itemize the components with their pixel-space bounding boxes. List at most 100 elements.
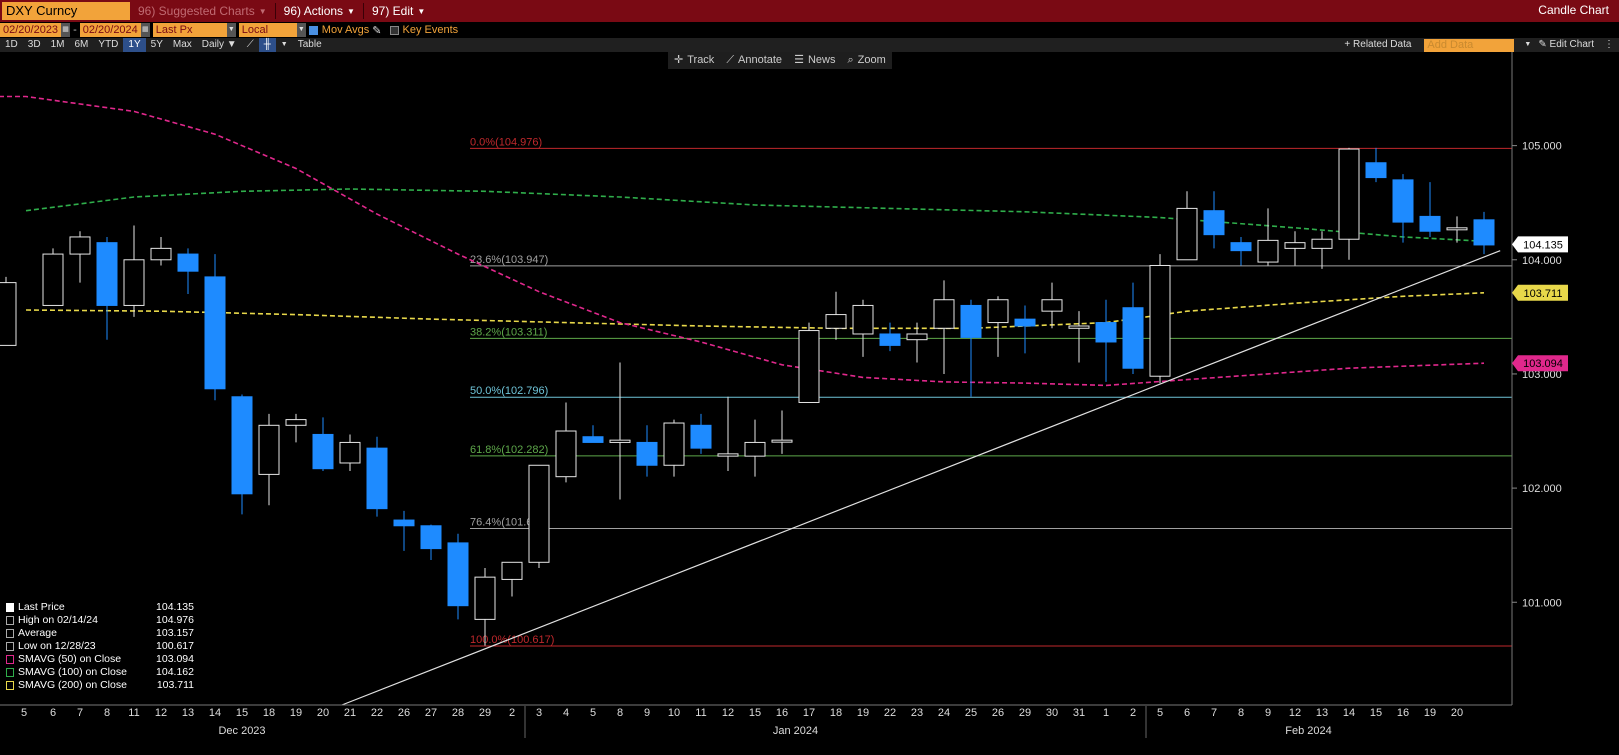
fib-label-0: 0.0%(104.976) [470,136,542,148]
candle-body-up-30 [825,314,847,329]
price-tag-label-0: 104.135 [1523,239,1563,251]
month-label-1: Jan 2024 [773,725,818,737]
x-tick-label-8: 15 [236,707,248,719]
candle-body-down-40 [1095,322,1117,343]
calendar-icon[interactable]: ▦ [140,23,150,37]
period-5y[interactable]: 5Y [146,38,168,52]
legend-row: SMAVG (200) on Close 103.711 [6,679,194,692]
candle-body-down-44 [1203,210,1225,236]
x-tick-label-42: 5 [1157,707,1163,719]
suggested-charts-menu[interactable]: 96) Suggested Charts ▼ [138,2,267,20]
crosshair-icon: ✛ [674,54,684,66]
x-tick-label-41: 2 [1130,707,1136,719]
more-options-icon[interactable]: ⋮ [1599,38,1619,52]
period-1y[interactable]: 1Y [123,38,146,52]
legend-swatch [6,603,14,612]
mov-avgs-checkbox[interactable] [308,25,318,35]
key-events-checkbox[interactable] [389,25,399,35]
candle-body-up-24 [663,422,685,466]
start-date-field[interactable]: 02/20/2023 [0,23,62,37]
legend-value: 104.135 [156,601,194,613]
candle-body-up-12 [339,441,361,464]
fib-label-4: 61.8%(102.282) [470,444,548,456]
x-tick-label-51: 16 [1397,707,1409,719]
add-data-field[interactable]: Add Data [1424,38,1515,52]
price-tag-1 [1512,284,1568,301]
related-data-button[interactable]: + Related Data [1339,38,1416,52]
caret-down-icon: ▼ [417,6,426,16]
candle-body-up-22 [609,439,631,443]
y-tick-label-4: 105.000 [1522,141,1562,153]
candle-chart-icon[interactable]: ╫ [258,38,276,52]
x-tick-label-3: 8 [104,707,110,719]
x-tick-label-6: 13 [182,707,194,719]
price-field-select[interactable]: Last Px [152,23,227,37]
dropdown-arrow-icon[interactable]: ▼ [296,23,306,37]
x-tick-label-17: 29 [479,707,491,719]
x-tick-label-11: 20 [317,707,329,719]
actions-label: 96) Actions [283,4,344,18]
candle-body-down-6 [177,253,199,272]
candle-body-up-5 [150,247,172,261]
x-tick-label-38: 30 [1046,707,1058,719]
x-tick-label-50: 15 [1370,707,1382,719]
x-tick-label-25: 11 [695,707,706,719]
candle-body-up-28 [771,439,793,443]
caret-down-icon: ▼ [258,6,267,16]
legend-row: SMAVG (50) on Close 103.094 [6,653,194,666]
pencil-icon: ✎ [1538,39,1547,50]
magnifier-icon: ⌕ [847,54,854,66]
candle-body-up-17 [474,576,496,620]
candle-body-up-26 [717,453,739,457]
zoom-tool[interactable]: ⌕ Zoom [841,52,891,69]
end-date-field[interactable]: 02/20/2024 [79,23,141,37]
chart-legend: Last Price 104.135 High on 02/14/24 104.976… [6,601,194,692]
candle-body-up-38 [1041,299,1063,312]
period-max[interactable]: Max [168,38,197,52]
candle-body-down-16 [447,542,469,607]
currency-select[interactable]: Local CCY [238,23,297,50]
candle-body-down-52 [1419,215,1441,232]
legend-row: Average 103.157 [6,627,194,640]
legend-row: Last Price 104.135 [6,601,194,614]
chart-style-dropdown-icon[interactable]: ▼ [276,38,293,52]
period-1m[interactable]: 1M [46,38,70,52]
actions-menu[interactable]: 96) Actions ▼ [284,2,355,20]
track-tool[interactable]: ✛ Track [668,52,720,69]
candle-body-down-25 [690,424,712,449]
candle-body-up-20 [555,430,577,478]
ticker-field[interactable]: DXY Curncy [2,2,130,20]
period-6m[interactable]: 6M [70,38,94,52]
pencil-icon[interactable]: ✎ [372,24,381,37]
table-button[interactable]: Table [293,38,327,52]
zoom-label: Zoom [857,54,886,66]
edit-menu[interactable]: 97) Edit ▼ [372,2,425,20]
add-data-dropdown-icon[interactable]: ▼ [1522,38,1533,52]
dropdown-arrow-icon[interactable]: ▼ [226,23,236,37]
candle-chart[interactable]: 0.0%(104.976) 23.6%(103.947) 38.2%(103.311… [0,0,1619,755]
period-1d[interactable]: 1D [0,38,23,52]
line-chart-icon[interactable]: ⟋ [242,38,259,52]
fib-label-5: 76.4%(101.646) [470,517,548,529]
candle-body-down-3 [96,242,118,306]
news-icon: ☰ [794,54,804,66]
period-3d[interactable]: 3D [23,38,46,52]
x-tick-label-18: 2 [509,707,515,719]
candle-body-up-33 [906,333,928,341]
frequency-select[interactable]: Daily ▼ [197,38,242,52]
annotate-tool[interactable]: ⟋ Annotate [720,52,788,69]
x-tick-label-21: 5 [590,707,596,719]
edit-chart-button[interactable]: ✎ Edit Chart [1533,38,1599,52]
candle-body-down-23 [636,441,658,466]
y-tick-label-0: 101.000 [1522,597,1562,609]
legend-label: Last Price [6,601,65,614]
candle-body-down-7 [204,276,226,390]
candle-body-up-42 [1149,264,1171,377]
edit-label: 97) Edit [371,4,414,18]
calendar-icon[interactable]: ▦ [61,23,71,37]
legend-row: High on 02/14/24 104.976 [6,614,194,627]
news-tool[interactable]: ☰ News [788,52,841,69]
x-tick-label-27: 15 [749,707,761,719]
period-ytd[interactable]: YTD [93,38,123,52]
x-tick-label-40: 1 [1103,707,1109,719]
